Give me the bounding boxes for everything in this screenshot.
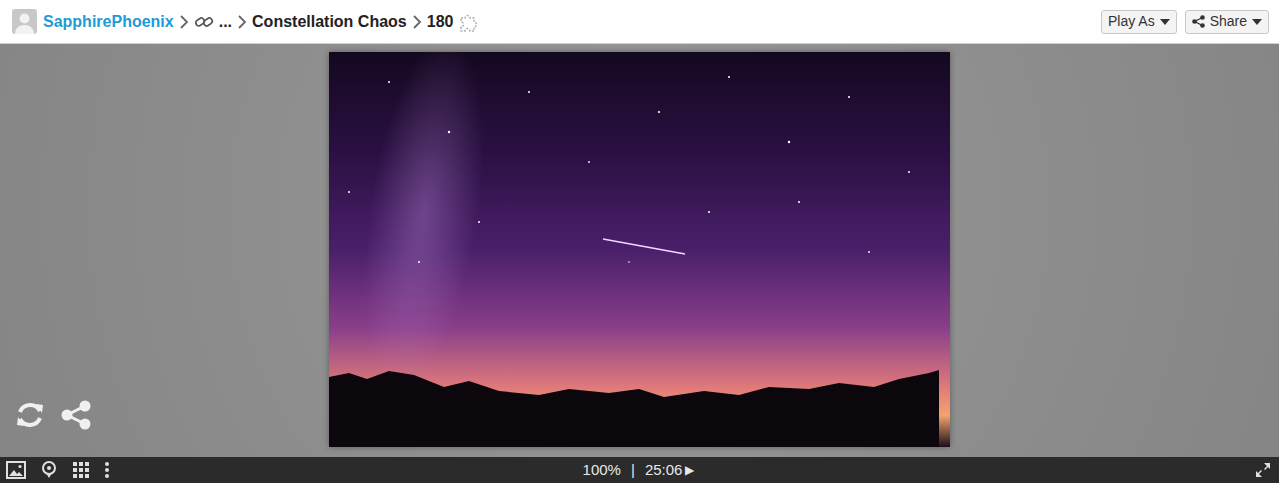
caret-icon xyxy=(1160,19,1170,25)
grid-icon[interactable] xyxy=(72,461,90,479)
zoom-level[interactable]: 100% xyxy=(583,459,621,482)
separator: | xyxy=(631,459,635,482)
chevron-icon xyxy=(237,15,247,29)
user-link[interactable]: SapphirePhoenix xyxy=(43,10,174,34)
link-icon[interactable] xyxy=(194,14,214,30)
breadcrumb: SapphirePhoenix ... Constellation Chaos … xyxy=(12,9,478,34)
fullscreen-icon[interactable] xyxy=(1255,462,1271,478)
timer: 25:06 xyxy=(645,459,683,482)
puzzle-image[interactable] xyxy=(329,52,950,447)
status-bar: 100% | 25:06 ▶ xyxy=(0,457,1279,483)
share-icon[interactable] xyxy=(60,399,92,431)
share-button[interactable]: Share xyxy=(1185,10,1269,34)
top-bar: SapphirePhoenix ... Constellation Chaos … xyxy=(0,0,1279,44)
share-icon xyxy=(1192,15,1205,28)
caret-icon xyxy=(1252,19,1262,25)
collection-link[interactable]: Constellation Chaos xyxy=(252,10,407,34)
puzzle-title: 180 xyxy=(427,10,454,34)
lightbulb-icon[interactable] xyxy=(40,461,58,479)
image-icon[interactable] xyxy=(6,461,26,479)
play-as-button[interactable]: Play As xyxy=(1101,10,1177,34)
chevron-icon xyxy=(179,15,189,29)
menu-icon[interactable] xyxy=(104,461,110,479)
chevron-icon xyxy=(412,15,422,29)
refresh-icon[interactable] xyxy=(14,399,46,431)
puzzle-piece-icon[interactable] xyxy=(458,12,478,32)
play-button[interactable]: ▶ xyxy=(685,461,694,479)
puzzle-canvas[interactable] xyxy=(0,44,1279,457)
ellipsis-link[interactable]: ... xyxy=(219,10,232,34)
avatar-icon[interactable] xyxy=(12,9,37,34)
